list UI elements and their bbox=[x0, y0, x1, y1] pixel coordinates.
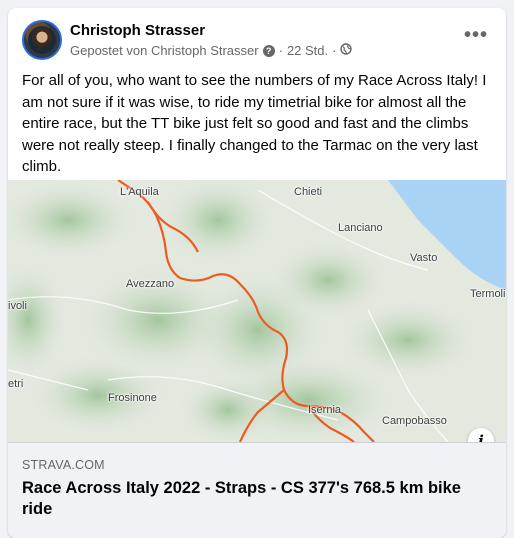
city-frosinone: Frosinone bbox=[108, 392, 157, 404]
post-header: Christoph Strasser Gepostet von Christop… bbox=[22, 20, 494, 62]
meta-separator-2: · bbox=[332, 43, 337, 58]
city-lanciano: Lanciano bbox=[338, 222, 383, 234]
link-preview[interactable]: STRAVA.COM Race Across Italy 2022 - Stra… bbox=[8, 442, 506, 538]
more-options-icon[interactable]: ••• bbox=[462, 25, 490, 48]
link-domain: STRAVA.COM bbox=[22, 458, 105, 472]
city-termoli: Termoli bbox=[470, 288, 506, 300]
map-canvas bbox=[8, 180, 506, 442]
author-name[interactable]: Christoph Strasser bbox=[70, 22, 205, 39]
city-vasto: Vasto bbox=[410, 252, 438, 264]
avatar[interactable] bbox=[22, 20, 62, 60]
city-chieti: Chieti bbox=[294, 186, 323, 198]
city-rieti: etri bbox=[8, 378, 24, 390]
meta-separator: · bbox=[278, 43, 283, 58]
city-tivoli: ivoli bbox=[8, 300, 27, 312]
post-time[interactable]: 22 Std. bbox=[287, 43, 328, 58]
route-map[interactable]: L'Aquila Chieti Lanciano Vasto Termoli A… bbox=[8, 180, 506, 442]
city-isernia: Isernia bbox=[308, 404, 342, 416]
city-avezzano: Avezzano bbox=[126, 278, 175, 290]
city-laquila: L'Aquila bbox=[120, 186, 159, 198]
globe-icon bbox=[340, 43, 353, 58]
post-card: Christoph Strasser Gepostet von Christop… bbox=[8, 8, 506, 538]
posted-by-text: Gepostet von Christoph Strasser bbox=[70, 43, 259, 58]
post-text: For all of you, who want to see the numb… bbox=[22, 72, 487, 175]
link-title[interactable]: Race Across Italy 2022 - Straps - CS 377… bbox=[22, 478, 482, 520]
post-meta: Gepostet von Christoph Strasser ? · 22 S… bbox=[70, 43, 353, 58]
city-campobasso: Campobasso bbox=[382, 415, 447, 427]
question-icon[interactable]: ? bbox=[262, 44, 275, 57]
